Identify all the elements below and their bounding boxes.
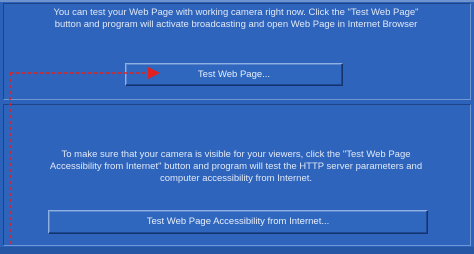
bottom-edge (0, 247, 474, 254)
annotation-arrow-head (148, 67, 160, 79)
test-web-page-dialog: You can test your Web Page with working … (0, 0, 474, 254)
annotation-arrow-icon (9, 67, 160, 254)
